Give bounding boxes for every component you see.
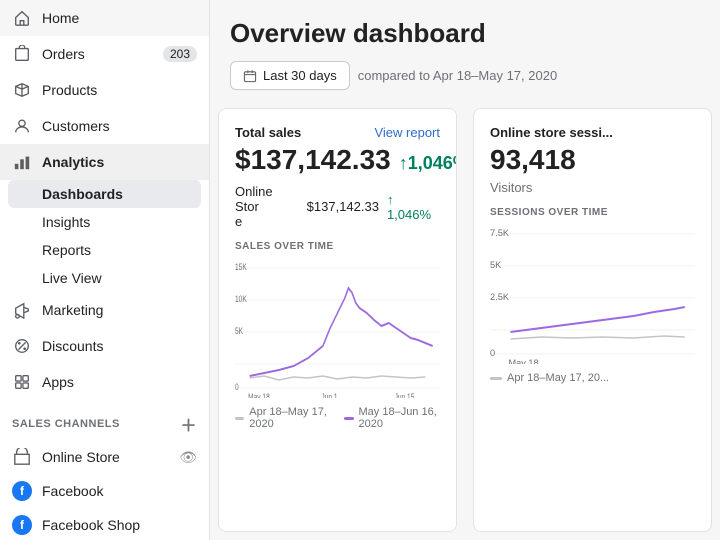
main-header: Overview dashboard Last 30 days compared… xyxy=(210,0,720,100)
svg-text:0: 0 xyxy=(490,348,495,358)
add-sales-channel-icon[interactable]: ＋ xyxy=(180,412,197,436)
sidebar-item-analytics[interactable]: Analytics xyxy=(0,144,209,180)
total-sales-card: Total sales View report $137,142.33 ↑1,0… xyxy=(218,108,457,532)
orders-badge: 203 xyxy=(163,46,197,62)
svg-text:5K: 5K xyxy=(490,260,501,270)
card1-change: ↑1,046% xyxy=(399,153,457,174)
sidebar-channel-facebook-shop[interactable]: f Facebook Shop xyxy=(0,508,209,540)
sidebar-analytics-label: Analytics xyxy=(42,154,197,170)
legend-item-apr: Apr 18–May 17, 2020 xyxy=(235,406,330,430)
sidebar-item-apps[interactable]: Apps xyxy=(0,364,209,400)
discounts-icon xyxy=(12,336,32,356)
sidebar-home-label: Home xyxy=(42,10,197,26)
svg-text:10K: 10K xyxy=(235,294,247,304)
sidebar-channel-online-store[interactable]: Online Store 👁 xyxy=(0,440,209,474)
svg-text:Jun 1: Jun 1 xyxy=(321,392,337,398)
legend-item-may: May 18–Jun 16, 2020 xyxy=(344,406,440,430)
marketing-icon xyxy=(12,300,32,320)
legend-label-apr: Apr 18–May 17, 2020 xyxy=(249,406,330,430)
svg-text:15K: 15K xyxy=(235,262,247,272)
view-report-link[interactable]: View report xyxy=(374,125,440,140)
products-icon xyxy=(12,80,32,100)
sessions-card: Online store sessi... 93,418 Visitors SE… xyxy=(473,108,712,532)
svg-text:5K: 5K xyxy=(235,326,244,336)
sidebar-item-home[interactable]: Home xyxy=(0,0,209,36)
facebook-label: Facebook xyxy=(42,483,197,499)
svg-text:Jun 15: Jun 15 xyxy=(395,392,415,398)
eye-icon[interactable]: 👁 xyxy=(179,449,197,466)
card2-legend-item: Apr 18–May 17, 20... xyxy=(490,372,609,384)
calendar-icon xyxy=(243,69,257,83)
legend-dot-apr xyxy=(235,417,244,420)
facebook-icon: f xyxy=(12,481,32,501)
svg-text:May 18: May 18 xyxy=(248,392,270,398)
date-btn-label: Last 30 days xyxy=(263,68,337,83)
sales-channels-header: SALES CHANNELS ＋ xyxy=(0,400,209,440)
main-content: Overview dashboard Last 30 days compared… xyxy=(210,0,720,540)
sidebar-orders-label: Orders xyxy=(42,46,153,62)
legend-label-may: May 18–Jun 16, 2020 xyxy=(359,406,441,430)
sessions-chart: 7.5K 5K 2.5K 0 May 18 xyxy=(490,224,695,364)
sidebar-item-products[interactable]: Products xyxy=(0,72,209,108)
online-store-label: Online Store xyxy=(42,449,169,465)
card1-sub-val: $137,142.33 xyxy=(307,199,379,214)
svg-text:May 18: May 18 xyxy=(508,358,538,364)
card2-sub-label: Visitors xyxy=(490,180,695,195)
card1-chart-label: SALES OVER TIME xyxy=(235,241,440,252)
cards-row: Total sales View report $137,142.33 ↑1,0… xyxy=(210,100,720,540)
card1-subtitle-row: Online Store $137,142.33 ↑ 1,046% xyxy=(235,184,440,229)
facebook-shop-label: Facebook Shop xyxy=(42,517,197,533)
date-compare-text: compared to Apr 18–May 17, 2020 xyxy=(358,68,557,83)
sidebar-customers-label: Customers xyxy=(42,118,197,134)
sidebar-channel-facebook[interactable]: f Facebook xyxy=(0,474,209,508)
orders-icon xyxy=(12,44,32,64)
date-range-button[interactable]: Last 30 days xyxy=(230,61,350,90)
apps-icon xyxy=(12,372,32,392)
card1-sub-label: Online Store xyxy=(235,184,299,229)
svg-text:7.5K: 7.5K xyxy=(490,228,509,238)
sidebar-sub-reports[interactable]: Reports xyxy=(0,236,209,264)
card1-title: Total sales xyxy=(235,125,301,140)
customers-icon xyxy=(12,116,32,136)
sidebar-sub-insights[interactable]: Insights xyxy=(0,208,209,236)
card1-legend: Apr 18–May 17, 2020 May 18–Jun 16, 2020 xyxy=(235,406,440,430)
home-icon xyxy=(12,8,32,28)
svg-text:2.5K: 2.5K xyxy=(490,292,509,302)
sidebar-apps-label: Apps xyxy=(42,374,197,390)
card2-legend: Apr 18–May 17, 20... xyxy=(490,372,695,384)
svg-text:0: 0 xyxy=(235,382,239,392)
sidebar-discounts-label: Discounts xyxy=(42,338,197,354)
sidebar-marketing-label: Marketing xyxy=(42,302,197,318)
store-icon xyxy=(12,447,32,467)
card2-title-row: Online store sessi... xyxy=(490,125,695,140)
sidebar-sub-liveview[interactable]: Live View xyxy=(0,264,209,292)
page-title: Overview dashboard xyxy=(230,18,700,49)
card1-value-row: $137,142.33 ↑1,046% xyxy=(235,144,440,176)
sidebar-item-orders[interactable]: Orders 203 xyxy=(0,36,209,72)
sidebar-products-label: Products xyxy=(42,82,197,98)
sales-chart: 15K 10K 5K 0 May 18 Jun 1 Jun 15 xyxy=(235,258,440,398)
card2-main-value: 93,418 xyxy=(490,144,576,175)
date-filter-row: Last 30 days compared to Apr 18–May 17, … xyxy=(230,61,700,90)
card1-main-value: $137,142.33 xyxy=(235,144,391,176)
card2-value-row: 93,418 xyxy=(490,144,695,176)
sidebar-item-customers[interactable]: Customers xyxy=(0,108,209,144)
legend-dot-may xyxy=(344,417,353,420)
card2-title: Online store sessi... xyxy=(490,125,613,140)
analytics-icon xyxy=(12,152,32,172)
card2-legend-dot xyxy=(490,377,502,380)
sidebar-sub-dashboards[interactable]: Dashboards xyxy=(8,180,201,208)
sidebar-item-discounts[interactable]: Discounts xyxy=(0,328,209,364)
facebook-shop-icon: f xyxy=(12,515,32,535)
card2-legend-label: Apr 18–May 17, 20... xyxy=(507,372,609,384)
card1-sub-change: ↑ 1,046% xyxy=(387,192,440,222)
sidebar-item-marketing[interactable]: Marketing xyxy=(0,292,209,328)
sidebar: Home Orders 203 Products Customers Analy… xyxy=(0,0,210,540)
card1-title-row: Total sales View report xyxy=(235,125,440,140)
card2-chart-label: SESSIONS OVER TIME xyxy=(490,207,695,218)
